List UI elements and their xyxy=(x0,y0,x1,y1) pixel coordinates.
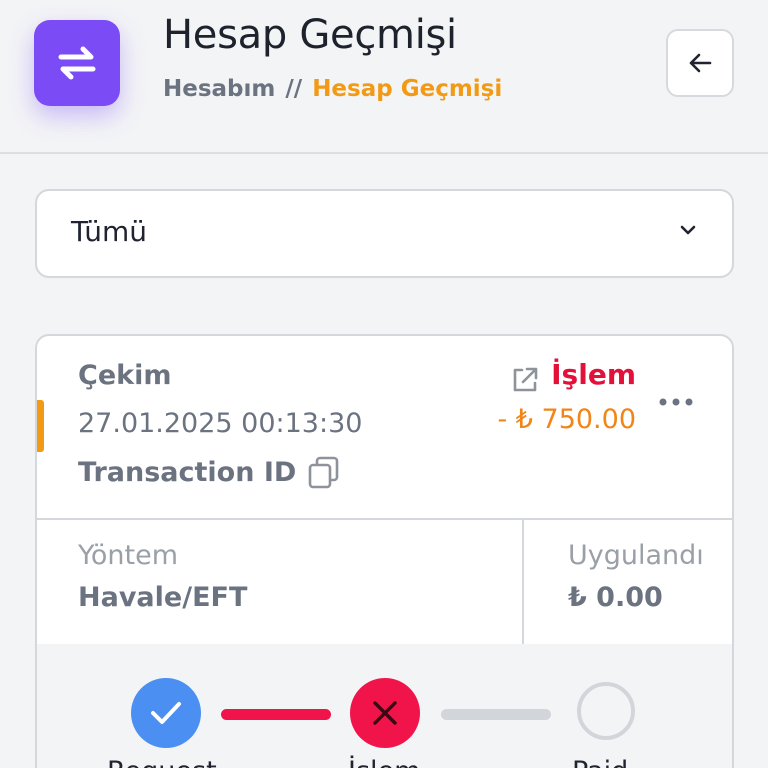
breadcrumb: Hesabım // Hesap Geçmişi xyxy=(163,76,502,102)
progress-connector-active xyxy=(221,709,331,720)
more-options-icon[interactable] xyxy=(657,396,697,408)
transaction-date: 27.01.2025 00:13:30 xyxy=(78,408,363,439)
method-value: Havale/EFT xyxy=(78,582,248,613)
page-header: Hesap Geçmişi Hesabım // Hesap Geçmişi xyxy=(0,0,768,154)
card-column-divider xyxy=(522,518,524,644)
arrow-left-icon xyxy=(689,53,712,73)
breadcrumb-root-link[interactable]: Hesabım xyxy=(163,76,275,102)
step-request-done xyxy=(131,678,201,748)
transaction-amount: - ₺ 750.00 xyxy=(497,404,636,435)
filter-selected-value: Tümü xyxy=(71,215,148,248)
x-icon xyxy=(373,701,397,725)
transaction-progress: Request İşlem Paid xyxy=(37,644,732,768)
breadcrumb-separator: // xyxy=(285,76,303,102)
applied-label: Uygulandı xyxy=(568,540,704,571)
filter-dropdown[interactable]: Tümü xyxy=(35,189,734,278)
external-link-icon[interactable] xyxy=(509,364,541,396)
card-divider xyxy=(37,518,732,520)
step-islem-failed xyxy=(350,678,420,748)
transaction-status: İşlem xyxy=(551,358,636,391)
step-label-islem: İşlem xyxy=(348,756,420,768)
swap-arrows-icon xyxy=(34,20,120,106)
step-label-paid: Paid xyxy=(572,756,628,768)
breadcrumb-current: Hesap Geçmişi xyxy=(312,76,503,102)
method-label: Yöntem xyxy=(78,540,179,571)
transaction-id-row: Transaction ID xyxy=(78,454,342,490)
copy-icon[interactable] xyxy=(306,454,342,490)
page-title: Hesap Geçmişi xyxy=(163,12,457,58)
applied-value: ₺ 0.00 xyxy=(568,582,663,613)
back-button[interactable] xyxy=(666,29,734,97)
transaction-accent-bar xyxy=(37,400,44,452)
check-icon xyxy=(151,702,181,724)
chevron-down-icon xyxy=(680,225,696,235)
transaction-type: Çekim xyxy=(78,360,172,391)
transaction-card: Çekim 27.01.2025 00:13:30 Transaction ID… xyxy=(35,334,734,768)
empty-circle-icon xyxy=(577,682,635,740)
progress-connector-inactive xyxy=(441,709,551,720)
transaction-id-label: Transaction ID xyxy=(78,456,297,488)
step-label-request: Request xyxy=(107,756,217,768)
